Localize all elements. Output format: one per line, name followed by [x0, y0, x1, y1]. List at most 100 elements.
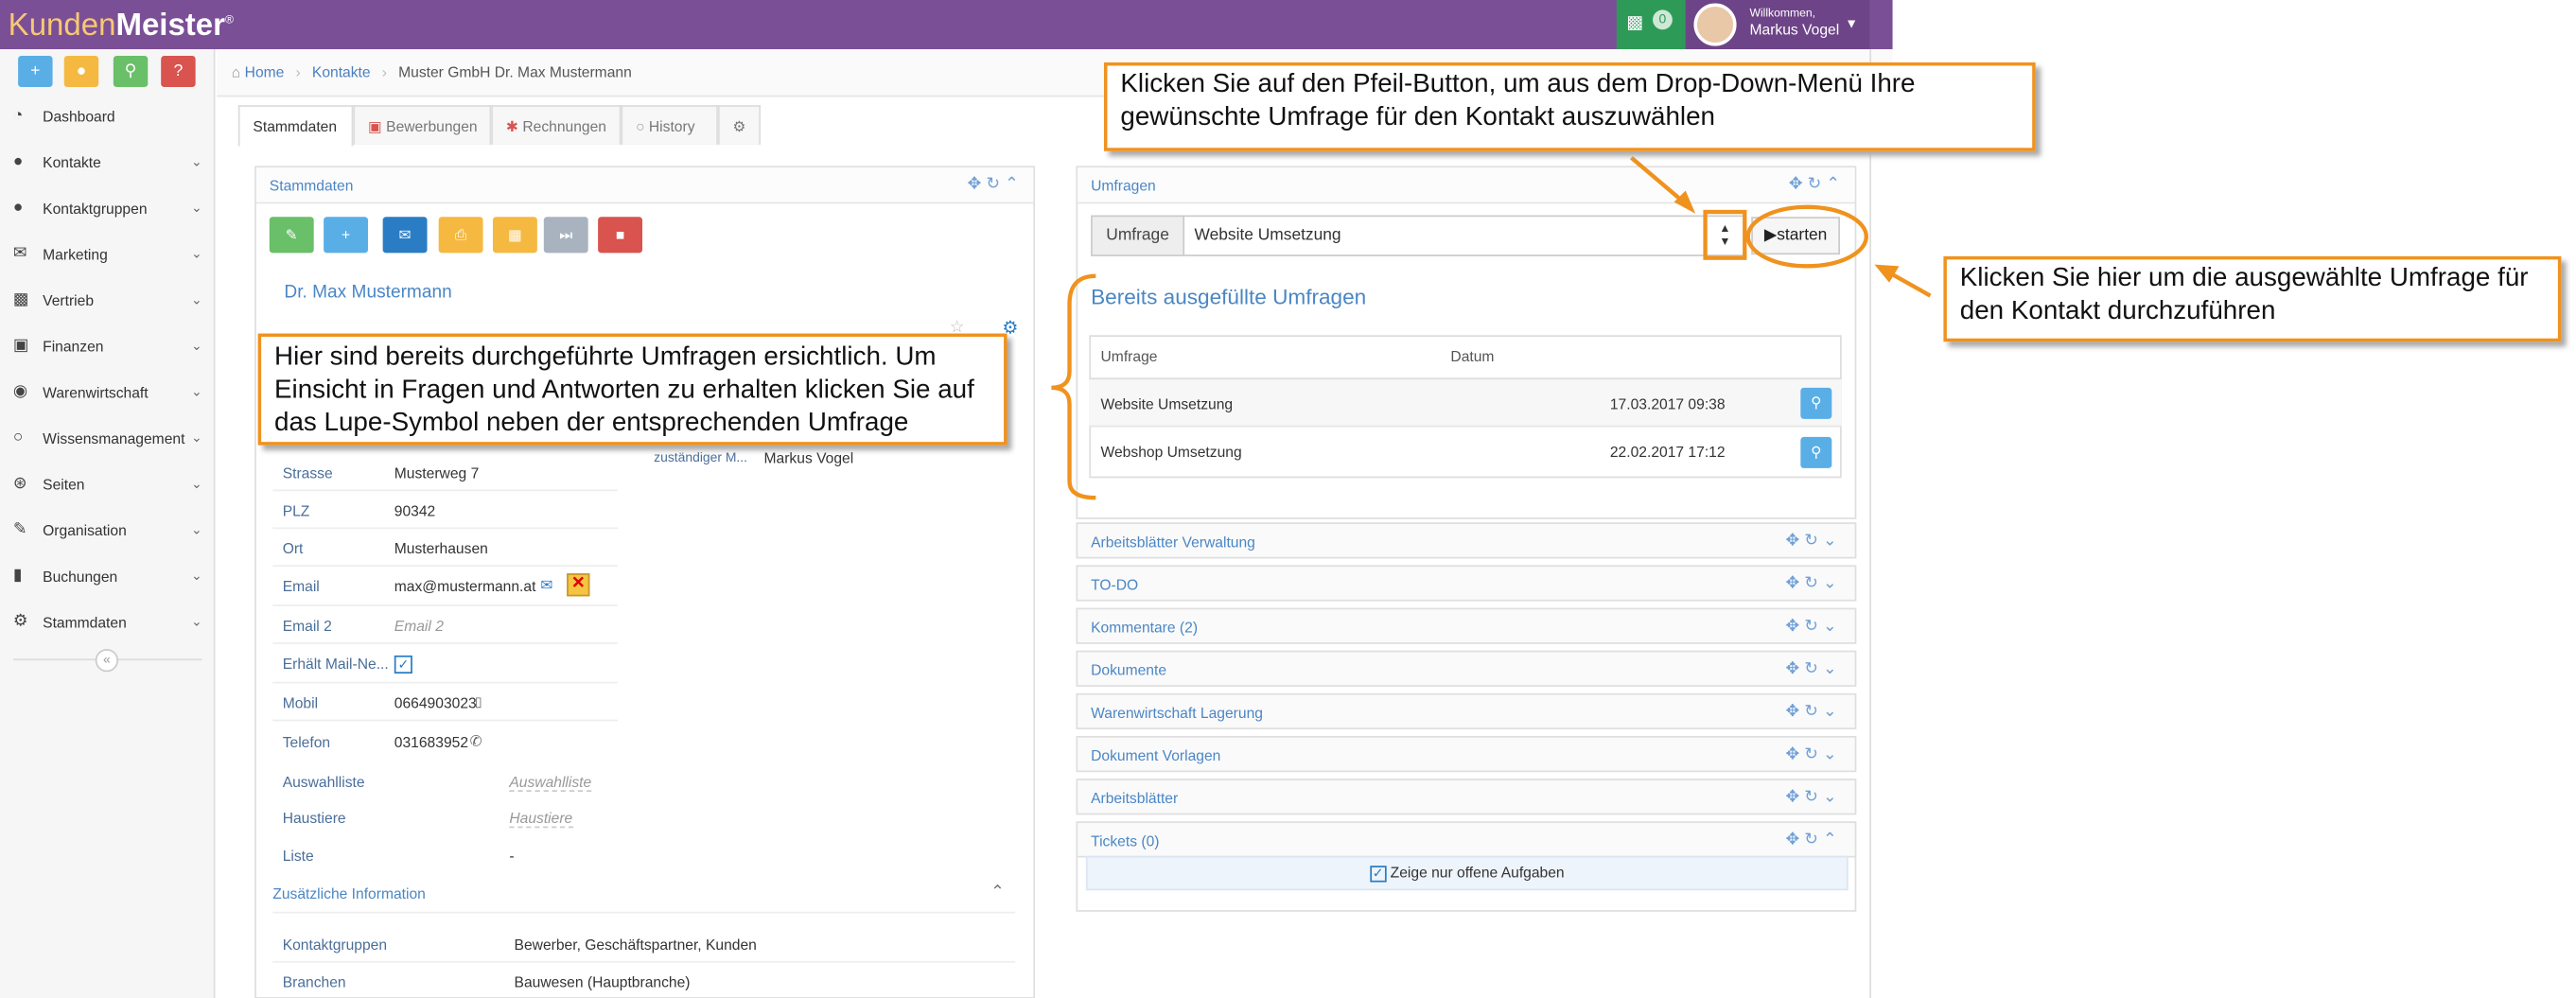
comments-icon: ○ — [636, 118, 645, 135]
panel-todo[interactable]: TO-DO ✥↻⌄ — [1076, 565, 1857, 603]
tab-history[interactable]: ○ History — [621, 105, 718, 145]
panel-tools[interactable]: ✥↻⌃ — [968, 167, 1024, 203]
panel-tools[interactable]: ✥↻⌄ — [1785, 652, 1841, 688]
tab-stammdaten[interactable]: Stammdaten — [237, 105, 354, 147]
callout-done-surveys: Hier sind bereits durchgeführte Umfragen… — [257, 333, 1008, 446]
panel-tools[interactable]: ✥↻⌄ — [1785, 738, 1841, 774]
panel-warenwirtschaft-lagerung[interactable]: Warenwirtschaft Lagerung ✥↻⌄ — [1076, 692, 1857, 731]
sidebar-item-marketing[interactable]: ✉ Marketing ⌄ — [0, 232, 215, 278]
start-survey-button[interactable]: ▶starten — [1751, 217, 1840, 255]
bar-chart-icon: ▩ — [12, 290, 29, 309]
email-button[interactable]: ✉ — [382, 217, 428, 254]
panel-tools[interactable]: ✥↻⌄ — [1785, 780, 1841, 816]
section-title[interactable]: Zusätzliche Information — [272, 885, 426, 902]
phone-icon[interactable]: ✆ — [470, 733, 482, 751]
survey-select[interactable]: Website Umsetzung — [1184, 215, 1745, 256]
sidebar-item-warenwirtschaft[interactable]: ◉ Warenwirtschaft ⌄ — [0, 370, 215, 416]
divider — [272, 527, 618, 530]
panel-tools[interactable]: ✥↻⌃ — [1785, 823, 1841, 859]
search-icon: ⚲ — [1811, 394, 1822, 411]
sidebar-item-dashboard[interactable]: ◔ Dashboard — [0, 94, 215, 140]
view-survey-button[interactable]: ⚲ — [1800, 436, 1832, 468]
plus-icon: + — [341, 226, 351, 244]
field-value[interactable]: Musterweg 7 — [394, 464, 479, 481]
breadcrumb-home[interactable]: Home — [245, 64, 285, 80]
quick-chat-button[interactable]: ● — [63, 56, 99, 88]
newsletter-checkbox[interactable]: ✓ — [394, 655, 412, 674]
field-value[interactable]: Musterhausen — [394, 540, 488, 556]
tab-settings[interactable]: ⚙ — [717, 105, 762, 145]
sidebar-item-vertrieb[interactable]: ▩ Vertrieb ⌄ — [0, 277, 215, 324]
field-label: Strasse — [282, 464, 333, 481]
gear-icon: ⚙ — [732, 118, 746, 135]
chevron-down-icon[interactable]: ▼ — [1845, 16, 1858, 31]
field-label: Email 2 — [282, 617, 332, 635]
sidebar-item-stammdaten[interactable]: ⚙ Stammdaten ⌄ — [0, 600, 215, 646]
field-label: Email — [282, 578, 320, 595]
panel-dokumente[interactable]: Dokumente ✥↻⌄ — [1076, 650, 1857, 688]
panel-tools[interactable]: ✥↻⌄ — [1785, 609, 1841, 645]
quick-search-button[interactable]: ⚲ — [113, 56, 149, 88]
panel-tools[interactable]: ✥↻⌄ — [1785, 567, 1841, 603]
sidebar-item-wissensmanagement[interactable]: ○ Wissensmanagement ⌄ — [0, 415, 215, 462]
view-survey-button[interactable]: ⚲ — [1800, 387, 1832, 419]
field-value[interactable]: - — [509, 848, 514, 864]
panel-tools[interactable]: ✥↻⌃ — [1789, 167, 1845, 203]
print-button[interactable]: ⎙ — [438, 217, 483, 254]
newsletter-off-icon[interactable]: ✕ — [567, 573, 590, 597]
sidebar-item-seiten[interactable]: ⊛ Seiten ⌄ — [0, 462, 215, 508]
chevron-down-icon: ⌄ — [190, 522, 202, 537]
save-button[interactable]: ▦ — [492, 217, 537, 254]
tab-rechnungen[interactable]: ✱ Rechnungen — [491, 105, 622, 145]
users-icon: ● — [12, 199, 24, 218]
gears-icon: ⚙ — [12, 612, 28, 631]
field-label: zuständiger M... — [654, 449, 748, 465]
breadcrumb-contacts[interactable]: Kontakte — [312, 64, 371, 80]
panel-arbeitsblaetter-verwaltung[interactable]: Arbeitsblätter Verwaltung ✥↻⌄ — [1076, 522, 1857, 560]
quick-help-button[interactable]: ? — [161, 56, 196, 88]
lightbulb-icon: ○ — [12, 429, 24, 447]
email-value[interactable]: max@mustermann.at — [394, 578, 536, 594]
chevron-down-icon: ⌄ — [190, 476, 202, 492]
field-value[interactable]: 90342 — [394, 502, 435, 518]
mobile-icon[interactable]: ▯ — [475, 695, 482, 710]
field-value[interactable]: Haustiere — [509, 810, 573, 829]
chat-button[interactable]: ▩ — [1616, 0, 1686, 50]
email2-value[interactable]: Email 2 — [394, 618, 444, 634]
sidebar-item-organisation[interactable]: ✎ Organisation ⌄ — [0, 508, 215, 554]
forward-button[interactable]: ⏭ — [543, 217, 588, 254]
quick-add-button[interactable]: + — [18, 56, 53, 88]
field-value[interactable]: Auswahlliste — [509, 774, 592, 793]
envelope-icon[interactable]: ✉ — [540, 577, 552, 595]
sidebar-item-buchungen[interactable]: ▮ Buchungen ⌄ — [0, 553, 215, 600]
add-button[interactable]: + — [324, 217, 368, 254]
survey-date: 17.03.2017 09:38 — [1609, 395, 1726, 412]
panel-kommentare[interactable]: Kommentare (2) ✥↻⌄ — [1076, 607, 1857, 645]
panel-tickets-header[interactable]: Tickets (0) ✥↻⌃ — [1076, 821, 1857, 859]
callout-start: Klicken Sie hier um die ausgewählte Umfr… — [1943, 255, 2562, 342]
breadcrumb-current: Muster GmbH Dr. Max Mustermann — [398, 63, 632, 81]
phone-value[interactable]: 031683952 — [394, 734, 468, 750]
sidebar-item-kontakte[interactable]: ● Kontakte ⌄ — [0, 140, 215, 186]
app-logo[interactable]: KundenMeister® — [9, 3, 234, 44]
delete-button[interactable]: ■ — [598, 217, 643, 254]
sidebar-item-finanzen[interactable]: ▣ Finanzen ⌄ — [0, 324, 215, 370]
tab-bewerbungen[interactable]: ▣ Bewerbungen — [353, 105, 492, 145]
field-value[interactable]: Bewerber, Geschäftspartner, Kunden — [515, 937, 757, 953]
panel-dokument-vorlagen[interactable]: Dokument Vorlagen ✥↻⌄ — [1076, 735, 1857, 774]
select-arrows-icon[interactable]: ▲ ▼ — [1715, 223, 1735, 250]
panel-tools[interactable]: ✥↻⌄ — [1785, 524, 1841, 560]
edit-button[interactable]: ✎ — [269, 217, 314, 254]
sidebar-item-kontaktgruppen[interactable]: ● Kontaktgruppen ⌄ — [0, 185, 215, 232]
open-tasks-filter[interactable]: ✓ Zeige nur offene Aufgaben — [1085, 855, 1849, 891]
field-value[interactable]: Bauwesen (Hauptbranche) — [515, 974, 691, 990]
survey-name: Website Umsetzung — [1100, 395, 1234, 412]
panel-tools[interactable]: ✥↻⌄ — [1785, 695, 1841, 731]
table-row: Website Umsetzung 17.03.2017 09:38 — [1089, 377, 1842, 428]
panel-arbeitsblaetter[interactable]: Arbeitsblätter ✥↻⌄ — [1076, 779, 1857, 816]
chevron-up-icon[interactable]: ⌃ — [990, 884, 1005, 902]
avatar[interactable] — [1693, 3, 1737, 46]
field-value[interactable]: Markus Vogel — [764, 450, 854, 466]
mobile-value[interactable]: 0664903023 — [394, 695, 477, 711]
sidebar-collapse-button[interactable]: « — [95, 648, 119, 673]
